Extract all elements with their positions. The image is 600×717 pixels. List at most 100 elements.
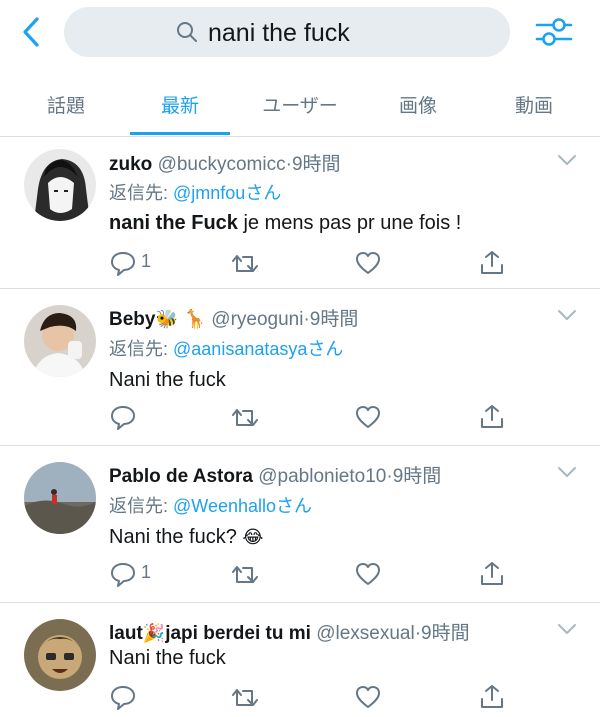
search-query: nani the fuck bbox=[208, 19, 350, 47]
reply-suffix: さん bbox=[245, 183, 282, 203]
reply-button[interactable] bbox=[109, 683, 137, 711]
reply-prefix: 返信先: bbox=[109, 496, 174, 516]
tab-videos[interactable]: 動画 bbox=[515, 91, 553, 118]
tweet-text-rest: je mens pas pr une fois ! bbox=[237, 212, 462, 234]
share-icon bbox=[481, 251, 503, 274]
avatar[interactable] bbox=[24, 619, 96, 691]
share-icon bbox=[481, 562, 503, 585]
sliders-icon bbox=[535, 18, 573, 46]
reply-button[interactable]: 1 bbox=[109, 249, 151, 277]
avatar[interactable] bbox=[24, 462, 96, 534]
tweet[interactable]: Pablo de Astora @pablonieto10·9時間 返信先: @… bbox=[0, 446, 600, 603]
reply-prefix: 返信先: bbox=[109, 183, 174, 203]
chevron-down-icon[interactable] bbox=[556, 153, 578, 167]
reply-prefix: 返信先: bbox=[109, 339, 174, 359]
reply-mention[interactable]: @Weenhallo bbox=[173, 496, 276, 516]
tweet-time[interactable]: 9時間 bbox=[292, 154, 341, 175]
name-emoji: 🎉 bbox=[142, 623, 166, 644]
reply-button[interactable]: 1 bbox=[109, 560, 151, 588]
reply-icon bbox=[111, 686, 135, 710]
tab-top[interactable]: 話題 bbox=[47, 91, 85, 118]
tweet-actions bbox=[0, 683, 600, 713]
retweet-button[interactable] bbox=[230, 403, 260, 431]
avatar[interactable] bbox=[24, 305, 96, 377]
tweet-time[interactable]: 9時間 bbox=[310, 309, 359, 330]
heart-icon bbox=[356, 686, 380, 708]
chevron-down-icon[interactable] bbox=[556, 308, 578, 322]
share-button[interactable] bbox=[478, 249, 506, 277]
retweet-icon bbox=[232, 409, 258, 426]
share-icon bbox=[481, 685, 503, 708]
user-handle[interactable]: @lexsexual bbox=[316, 623, 415, 644]
retweet-icon bbox=[232, 689, 258, 706]
tweet-text-bold: nani the Fuck bbox=[109, 212, 238, 234]
like-button[interactable] bbox=[354, 683, 382, 711]
retweet-icon bbox=[232, 566, 258, 583]
top-bar: nani the fuck bbox=[0, 0, 600, 66]
user-handle[interactable]: @ryeoguni bbox=[211, 309, 303, 330]
reply-suffix: さん bbox=[307, 339, 344, 359]
search-filter-button[interactable] bbox=[534, 14, 574, 50]
retweet-button[interactable] bbox=[230, 683, 260, 711]
reply-icon bbox=[111, 406, 135, 430]
search-input[interactable]: nani the fuck bbox=[64, 7, 510, 57]
tweet-actions: 1 bbox=[0, 560, 600, 590]
retweet-button[interactable] bbox=[230, 560, 260, 588]
tweet-time[interactable]: 9時間 bbox=[393, 466, 442, 487]
tweet-emoji: 😂 bbox=[242, 527, 264, 548]
reply-icon bbox=[111, 252, 135, 276]
reply-button[interactable] bbox=[109, 403, 137, 431]
tweet-text: Nani the fuck bbox=[109, 647, 226, 669]
heart-icon bbox=[356, 563, 380, 585]
display-name[interactable]: Pablo de Astora bbox=[109, 466, 253, 487]
like-button[interactable] bbox=[354, 249, 382, 277]
chevron-left-icon bbox=[23, 17, 39, 47]
tweet-time[interactable]: 9時間 bbox=[421, 623, 470, 644]
retweet-button[interactable] bbox=[230, 249, 260, 277]
reply-icon bbox=[111, 563, 135, 587]
display-name[interactable]: laut bbox=[109, 623, 143, 644]
display-name[interactable]: Beby bbox=[109, 309, 155, 330]
chevron-down-icon[interactable] bbox=[556, 622, 578, 636]
search-tabs: 話題 最新 ユーザー 画像 動画 bbox=[0, 66, 600, 137]
display-name-rest[interactable]: japi berdei tu mi bbox=[165, 623, 311, 644]
retweet-icon bbox=[232, 255, 258, 272]
user-handle[interactable]: @buckycomicc bbox=[158, 154, 286, 175]
avatar[interactable] bbox=[24, 149, 96, 221]
name-emoji: 🐝 🦒 bbox=[155, 309, 207, 330]
search-icon bbox=[177, 22, 197, 42]
tweet[interactable]: zuko @buckycomicc·9時間 返信先: @jmnfouさん nan… bbox=[0, 137, 600, 289]
reply-count: 1 bbox=[141, 562, 152, 582]
tweet-text: nani the Fuck je mens pas pr une fois ! bbox=[109, 212, 461, 235]
chevron-down-icon[interactable] bbox=[556, 465, 578, 479]
reply-mention[interactable]: @jmnfou bbox=[173, 183, 245, 203]
user-handle[interactable]: @pablonieto10 bbox=[258, 466, 386, 487]
tweet-actions bbox=[0, 403, 600, 433]
display-name[interactable]: zuko bbox=[109, 154, 152, 175]
heart-icon bbox=[356, 252, 380, 274]
tweet[interactable]: laut🎉japi berdei tu mi @lexsexual·9時間 Na… bbox=[0, 603, 600, 717]
tweet-actions: 1 bbox=[0, 249, 600, 279]
tweet-text: Nani the fuck? 😂 bbox=[109, 526, 263, 549]
tweet-text-main: Nani the fuck? bbox=[109, 526, 237, 548]
back-button[interactable] bbox=[18, 14, 46, 50]
reply-context: 返信先: @Weenhalloさん bbox=[109, 492, 312, 518]
like-button[interactable] bbox=[354, 560, 382, 588]
reply-mention[interactable]: @aanisanatasya bbox=[173, 339, 307, 359]
heart-icon bbox=[356, 406, 380, 428]
reply-count: 1 bbox=[141, 251, 152, 271]
share-button[interactable] bbox=[478, 683, 506, 711]
active-tab-indicator bbox=[130, 132, 230, 135]
tab-photos[interactable]: 画像 bbox=[399, 91, 437, 118]
like-button[interactable] bbox=[354, 403, 382, 431]
share-button[interactable] bbox=[478, 403, 506, 431]
tab-latest[interactable]: 最新 bbox=[161, 91, 199, 118]
reply-context: 返信先: @jmnfouさん bbox=[109, 179, 281, 205]
reply-context: 返信先: @aanisanatasyaさん bbox=[109, 335, 343, 361]
tab-people[interactable]: ユーザー bbox=[262, 91, 338, 118]
tweet-text: Nani the fuck bbox=[109, 369, 226, 391]
reply-suffix: さん bbox=[276, 496, 313, 516]
share-button[interactable] bbox=[478, 560, 506, 588]
share-icon bbox=[481, 405, 503, 428]
tweet[interactable]: Beby🐝 🦒 @ryeoguni·9時間 返信先: @aanisanatasy… bbox=[0, 289, 600, 446]
